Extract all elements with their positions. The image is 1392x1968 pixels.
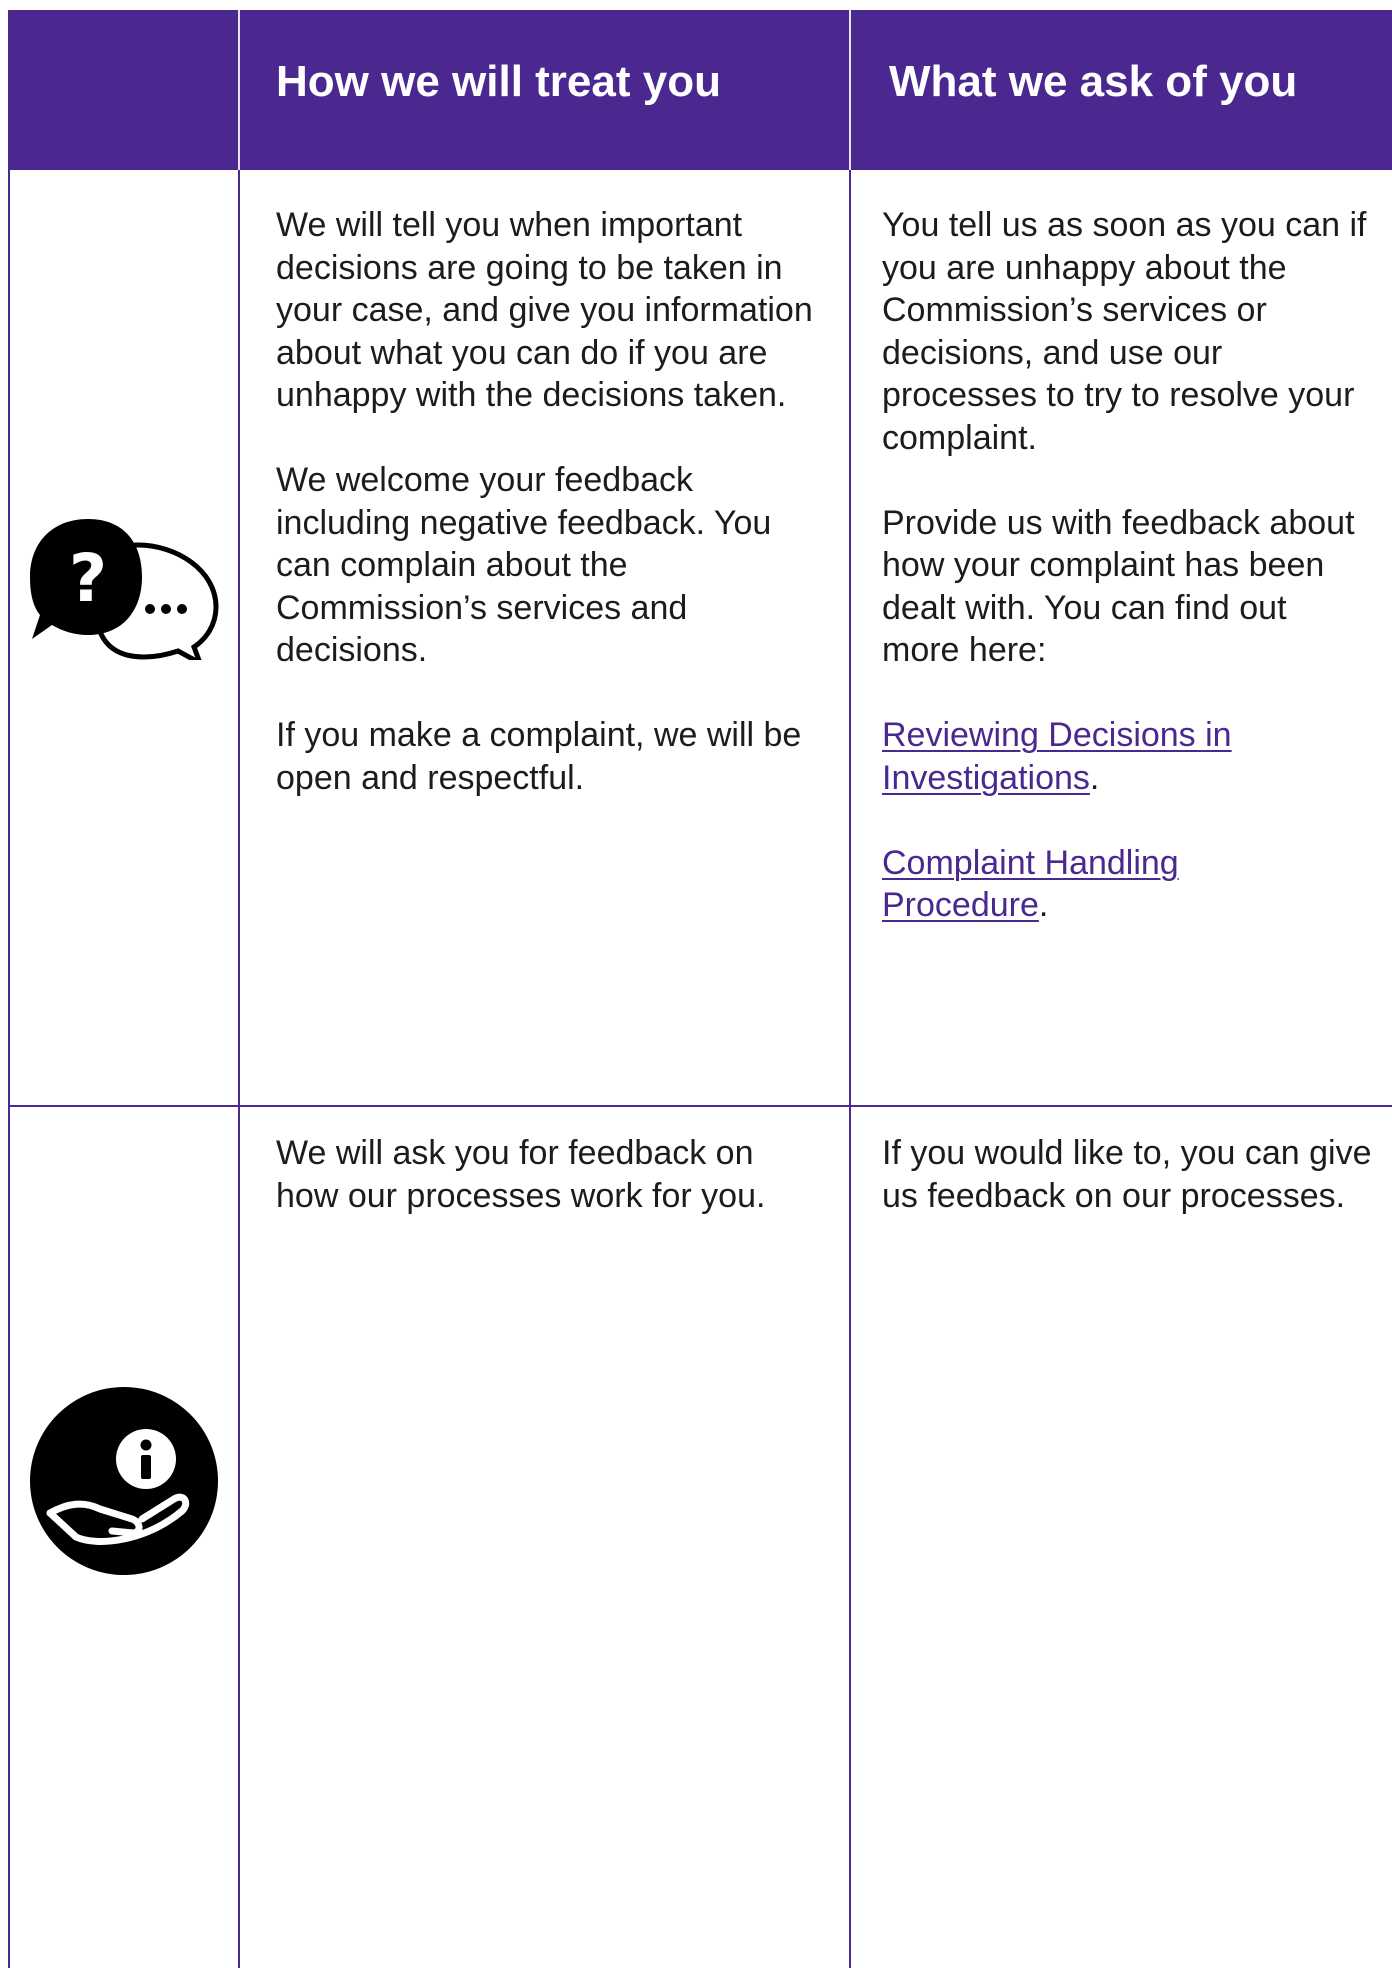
row1-treat-paragraph: We welcome your feedback including negat…: [276, 461, 772, 669]
header-what-we-ask-of-you: What we ask of you: [889, 57, 1298, 106]
link-line-reviewing-decisions: Reviewing Decisions in Investigations.: [882, 714, 1302, 799]
row2-ask-text: If you would like to, you can give us fe…: [882, 1132, 1372, 1217]
row2-ask-paragraph: If you would like to, you can give us fe…: [882, 1134, 1372, 1215]
row2-treat-paragraph: We will ask you for feedback on how our …: [276, 1134, 766, 1215]
row1-ask-paragraph: You tell us as soon as you can if you ar…: [882, 206, 1367, 457]
reviewing-decisions-link[interactable]: Reviewing Decisions in Investigations: [882, 716, 1232, 797]
link-suffix: .: [1089, 758, 1100, 797]
row1-treat-text: We will tell you when important decision…: [276, 204, 816, 799]
information-hand-icon: [30, 1387, 218, 1575]
row1-ask-text: You tell us as soon as you can if you ar…: [882, 204, 1372, 969]
table-divider-2: [849, 10, 851, 1968]
svg-text:?: ?: [69, 540, 107, 617]
link-line-complaint-handling: Complaint Handling Procedure.: [882, 842, 1252, 927]
row2-treat-text: We will ask you for feedback on how our …: [276, 1132, 776, 1217]
link-suffix: .: [1038, 886, 1049, 924]
header-how-we-will-treat-you: How we will treat you: [276, 57, 721, 106]
row1-treat-paragraph: We will tell you when important decision…: [276, 206, 813, 414]
row1-treat-paragraph: If you make a complaint, we will be open…: [276, 716, 802, 797]
question-speech-bubbles-icon: ?: [30, 519, 219, 660]
table-divider-1: [238, 10, 240, 1968]
row1-ask-paragraph: Provide us with feedback about how your …: [882, 503, 1355, 670]
row-separator: [8, 1105, 1392, 1107]
table-border-left: [8, 10, 10, 1968]
table-header-fill: [10, 10, 238, 170]
complaint-handling-procedure-link[interactable]: Complaint Handling Procedure: [882, 844, 1179, 925]
